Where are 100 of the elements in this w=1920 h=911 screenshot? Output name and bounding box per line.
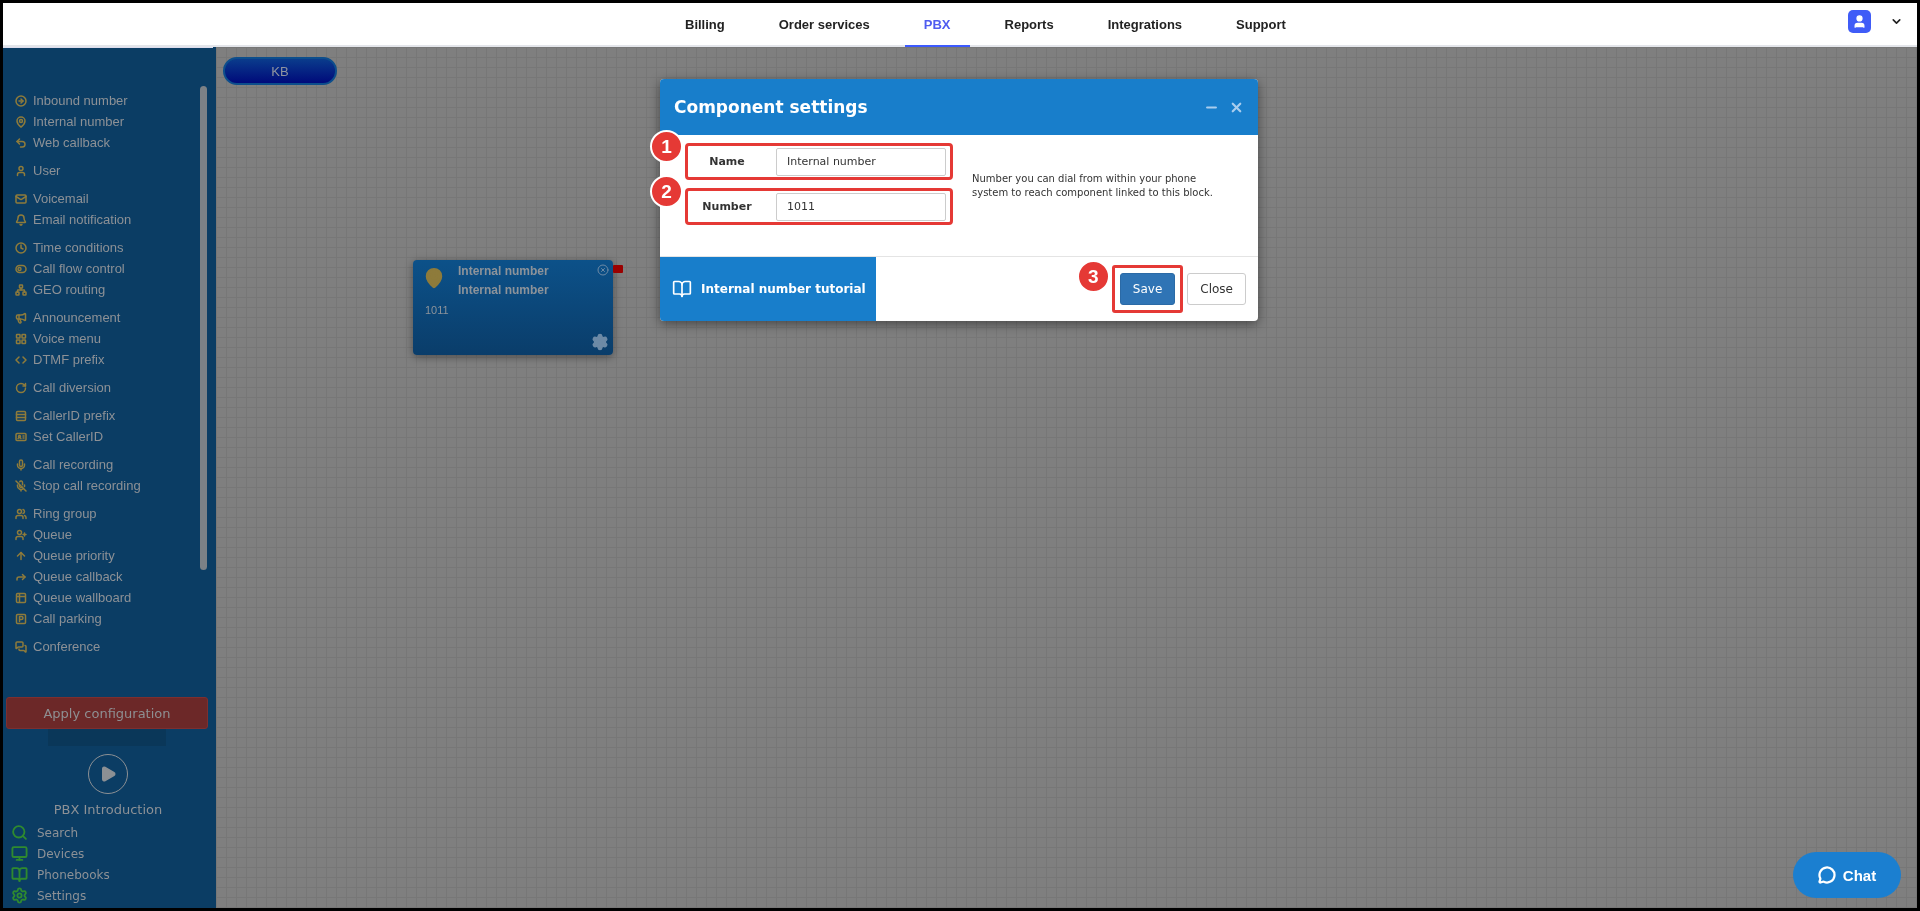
arrow-circle-icon: [15, 94, 27, 107]
sidebar-item[interactable]: GEO routing: [3, 279, 213, 300]
sidebar-item[interactable]: DTMF prefix: [3, 349, 213, 370]
node-number: 1011: [425, 304, 449, 316]
book-icon: [11, 866, 28, 883]
toggle-icon: [15, 262, 27, 275]
sidebar-item[interactable]: Stop call recording: [3, 475, 213, 496]
sidebar-item-label: Inbound number: [33, 93, 128, 108]
user-icon: [15, 164, 27, 177]
sidebar-item-label: Conference: [33, 639, 101, 654]
node-title: Internal number: [458, 264, 549, 278]
sidebar-item[interactable]: Voice menu: [3, 328, 213, 349]
field-label: Name: [708, 155, 746, 168]
nav-tab[interactable]: Order services: [759, 3, 889, 47]
help-text: Number you can dial from within your phone system to reach component linked to this block.: [972, 172, 1214, 200]
scrollbar[interactable]: [200, 86, 207, 570]
flow-node[interactable]: Internal number Internal number 1011: [413, 260, 613, 355]
bell-icon: [15, 213, 27, 226]
sidebar-item-label: Set CallerID: [33, 429, 104, 444]
nav-tab[interactable]: Billing: [666, 3, 744, 47]
sidebar-item[interactable]: Call diversion: [3, 377, 213, 398]
sidebar-item[interactable]: User: [3, 160, 213, 181]
book-icon: [672, 279, 692, 299]
intro-label: PBX Introduction: [52, 802, 164, 817]
nav-tab[interactable]: Support: [1217, 3, 1305, 47]
hierarchy-icon: [15, 283, 27, 296]
sidebar-item[interactable]: Call flow control: [3, 258, 213, 279]
field-label: Number: [701, 200, 753, 213]
sidebar-item-label: Ring group: [33, 506, 97, 521]
tool-item[interactable]: Settings: [3, 885, 213, 906]
nav-tab[interactable]: Reports: [985, 3, 1073, 47]
microphone-icon: [15, 458, 27, 471]
tool-item[interactable]: Devices: [3, 843, 213, 864]
sidebar-item-label: Queue wallboard: [33, 590, 132, 605]
sidebar-item-label: Voice menu: [33, 331, 101, 346]
tool-label: Settings: [37, 888, 87, 903]
clock-icon: [15, 241, 27, 254]
user-icon: [1852, 14, 1867, 29]
user-plus-icon: [15, 528, 27, 541]
users-icon: [15, 507, 27, 520]
tool-label: Devices: [37, 846, 85, 861]
sidebar-item[interactable]: Conference: [3, 636, 213, 657]
input-field[interactable]: 1011: [776, 192, 946, 221]
tool-item[interactable]: Phonebooks: [3, 864, 213, 885]
sidebar-item-label: Call recording: [33, 457, 114, 472]
sidebar-item[interactable]: Internal number: [3, 111, 213, 132]
settings-icon: [11, 887, 28, 904]
sidebar-item[interactable]: Time conditions: [3, 237, 213, 258]
chat-bubble-icon: [1817, 866, 1836, 884]
chat-button[interactable]: Chat: [1793, 852, 1901, 898]
microphone-off-icon: [15, 479, 27, 492]
sidebar-item[interactable]: Inbound number: [3, 90, 213, 111]
monitor-icon: [11, 845, 28, 862]
sidebar-item-label: Web callback: [33, 135, 111, 150]
sidebar-item-label: Queue: [33, 527, 73, 542]
dialog-button[interactable]: Close: [1187, 273, 1246, 305]
nav-tab[interactable]: Integrations: [1088, 3, 1202, 47]
megaphone-icon: [15, 311, 27, 324]
step-marker: 2: [650, 175, 683, 208]
rotate-arrow-icon: [15, 381, 27, 394]
map-pin-icon: [15, 115, 27, 128]
chat-bubbles-icon: [15, 640, 27, 653]
sidebar-item[interactable]: Queue: [3, 524, 213, 545]
sidebar-item-label: Time conditions: [33, 240, 124, 255]
parking-icon: [15, 612, 27, 625]
step-marker: 3: [1076, 260, 1110, 293]
search-icon: [11, 824, 28, 841]
sidebar-item[interactable]: Queue priority: [3, 545, 213, 566]
tutorial-link[interactable]: Internal number tutorial: [660, 257, 876, 321]
sidebar-item[interactable]: Call parking: [3, 608, 213, 629]
grid-icon: [15, 332, 27, 345]
tool-label: Search: [37, 825, 79, 840]
arrow-up-icon: [15, 549, 27, 562]
sidebar-item-label: Queue priority: [33, 548, 115, 563]
sidebar-item[interactable]: Announcement: [3, 307, 213, 328]
user-avatar-button[interactable]: [1848, 10, 1871, 33]
sidebar-item[interactable]: Voicemail: [3, 188, 213, 209]
dialog-title: Component settings: [674, 97, 869, 117]
tool-item[interactable]: Search: [3, 822, 213, 843]
sidebar-item[interactable]: Ring group: [3, 503, 213, 524]
sidebar-item[interactable]: Call recording: [3, 454, 213, 475]
sidebar-item-label: Call diversion: [33, 380, 112, 395]
sidebar-item[interactable]: CallerID prefix: [3, 405, 213, 426]
sidebar-item-label: Stop call recording: [33, 478, 141, 493]
sidebar-item-label: Internal number: [33, 114, 125, 129]
sidebar-item[interactable]: Email notification: [3, 209, 213, 230]
close-icon[interactable]: [597, 264, 609, 276]
dialog-button[interactable]: Save: [1119, 273, 1176, 305]
sidebar-item[interactable]: Queue wallboard: [3, 587, 213, 608]
kb-button[interactable]: KB: [223, 57, 337, 85]
id-card-icon: [15, 430, 27, 443]
settings-icon[interactable]: [591, 333, 609, 351]
table-icon: [15, 591, 27, 604]
input-field[interactable]: Internal number: [776, 147, 946, 176]
sidebar-item[interactable]: Web callback: [3, 132, 213, 153]
sidebar-item[interactable]: Queue callback: [3, 566, 213, 587]
sidebar-item[interactable]: Set CallerID: [3, 426, 213, 447]
apply-configuration-button[interactable]: Apply configuration: [6, 697, 208, 729]
sidebar-item-label: Call parking: [33, 611, 102, 626]
play-icon: [99, 765, 117, 783]
